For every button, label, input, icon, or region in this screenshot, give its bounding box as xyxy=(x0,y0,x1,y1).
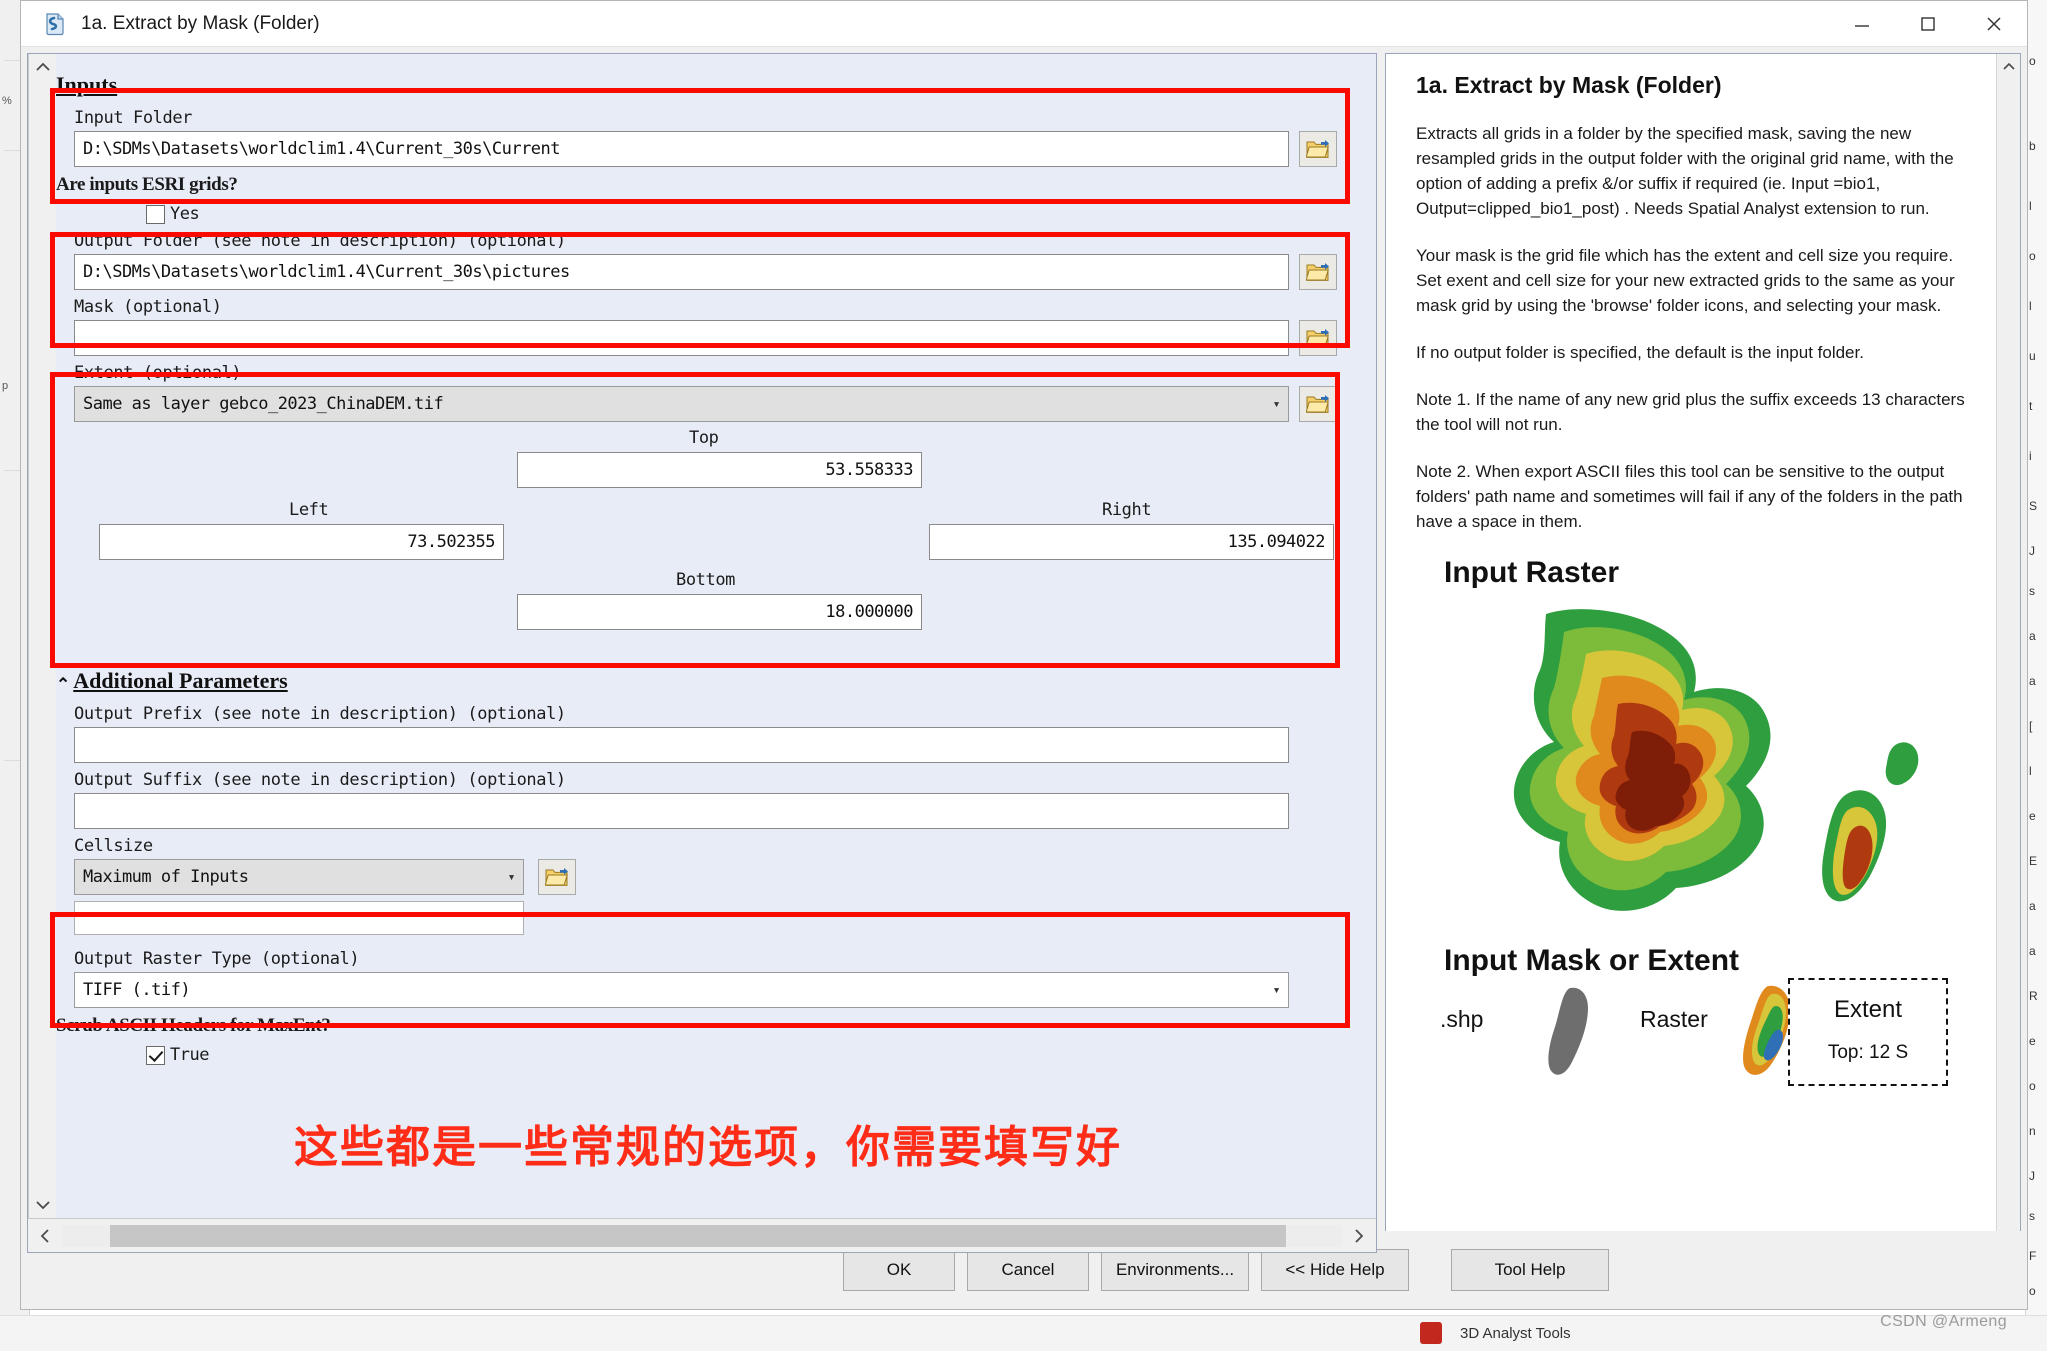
shp-shape-icon xyxy=(1548,987,1588,1075)
extent-combo-value: Same as layer gebco_2023_ChinaDEM.tif xyxy=(83,394,444,414)
maximize-button[interactable] xyxy=(1895,1,1961,47)
browse-folder-icon[interactable] xyxy=(1299,254,1337,290)
output-suffix-field[interactable] xyxy=(74,793,1289,829)
mask-label: Mask (optional) xyxy=(74,297,222,317)
script-tool-icon xyxy=(41,11,67,37)
output-raster-type-combo[interactable]: TIFF (.tif) ▾ xyxy=(74,972,1289,1008)
extent-bottom-field[interactable]: 18.000000 xyxy=(517,594,922,630)
scroll-thumb[interactable] xyxy=(110,1224,1286,1247)
browse-folder-icon[interactable] xyxy=(1299,320,1337,356)
cellsize-secondary-field[interactable] xyxy=(74,901,524,935)
chevron-left-icon[interactable] xyxy=(28,1228,62,1244)
chevron-down-icon: ▾ xyxy=(507,869,516,885)
help-paragraph: Note 1. If the name of any new grid plus… xyxy=(1416,390,1965,434)
input-raster-illustration xyxy=(1426,596,1986,926)
help-panel: 1a. Extract by Mask (Folder) Extracts al… xyxy=(1385,53,2021,1253)
environments-button[interactable]: Environments... xyxy=(1101,1249,1249,1291)
extent-card-title: Extent xyxy=(1833,996,1903,1023)
help-paragraph: Your mask is the grid file which has the… xyxy=(1416,246,1955,315)
help-title: 1a. Extract by Mask (Folder) xyxy=(1416,72,1722,98)
close-button[interactable] xyxy=(1961,1,2027,47)
esri-grids-checkbox-row[interactable]: Yes xyxy=(146,204,1360,224)
extent-left-field[interactable]: 73.502355 xyxy=(99,524,504,560)
mask-option-shp: .shp xyxy=(1440,1006,1484,1032)
annotation-chinese-note: 这些都是一些常规的选项，你需要填写好 xyxy=(294,1122,1122,1173)
extent-bottom-label: Bottom xyxy=(676,570,736,590)
cellsize-combo-value: Maximum of Inputs xyxy=(83,867,249,887)
extent-right-label: Right xyxy=(1102,500,1152,520)
extent-label: Extent (optional) xyxy=(74,363,242,383)
dialog-titlebar: 1a. Extract by Mask (Folder) xyxy=(21,1,2027,47)
chevron-down-icon: ▾ xyxy=(1272,396,1281,412)
tool-dialog: 1a. Extract by Mask (Folder) Inputs Inpu… xyxy=(20,0,2028,1310)
output-folder-label: Output Folder (see note in description) … xyxy=(74,231,566,251)
input-folder-field[interactable]: D:\SDMs\Datasets\worldclim1.4\Current_30… xyxy=(74,131,1289,167)
scrub-ascii-checkbox-row[interactable]: True xyxy=(146,1045,1360,1065)
cellsize-combo[interactable]: Maximum of Inputs ▾ xyxy=(74,859,524,895)
help-vertical-scrollbar[interactable] xyxy=(1996,54,2020,1252)
esri-grids-checkbox-label: Yes xyxy=(170,204,200,224)
hide-help-button[interactable]: << Hide Help xyxy=(1261,1249,1409,1291)
extent-combo[interactable]: Same as layer gebco_2023_ChinaDEM.tif ▾ xyxy=(74,386,1289,422)
input-folder-label: Input Folder xyxy=(74,108,193,128)
help-paragraph: Note 2. When export ASCII files this too… xyxy=(1416,462,1963,531)
output-prefix-field[interactable] xyxy=(74,727,1289,763)
cancel-button[interactable]: Cancel xyxy=(967,1249,1089,1291)
parameters-panel: Inputs Input Folder D:\SDMs\Datasets\wor… xyxy=(27,53,1377,1253)
taskbar-label: 3D Analyst Tools xyxy=(1460,1325,1571,1342)
output-folder-field[interactable]: D:\SDMs\Datasets\worldclim1.4\Current_30… xyxy=(74,254,1289,290)
output-prefix-label: Output Prefix (see note in description) … xyxy=(74,704,566,724)
parameters-list: Inputs Input Folder D:\SDMs\Datasets\wor… xyxy=(28,54,1376,1218)
browse-folder-icon[interactable] xyxy=(1299,131,1337,167)
help-graphic-caption-bottom: Input Mask or Extent xyxy=(1444,944,1740,977)
watermark: CSDN @Armeng xyxy=(1880,1313,2007,1330)
extent-top-field[interactable]: 53.558333 xyxy=(517,452,922,488)
ok-button[interactable]: OK xyxy=(843,1249,955,1291)
output-suffix-label: Output Suffix (see note in description) … xyxy=(74,770,566,790)
esri-grids-checkbox[interactable] xyxy=(146,204,165,224)
mask-field[interactable] xyxy=(74,320,1289,356)
additional-parameters-header[interactable]: Additional Parameters xyxy=(56,668,1360,694)
tool-help-button[interactable]: Tool Help xyxy=(1451,1249,1609,1291)
help-paragraph: If no output folder is specified, the de… xyxy=(1416,343,1864,362)
parameters-horizontal-scrollbar[interactable] xyxy=(28,1218,1376,1252)
chevron-up-icon[interactable] xyxy=(2002,54,2016,78)
extent-left-label: Left xyxy=(289,500,329,520)
help-paragraph: Extracts all grids in a folder by the sp… xyxy=(1416,124,1954,218)
chevron-down-icon: ▾ xyxy=(1272,982,1281,998)
help-graphic-caption-top: Input Raster xyxy=(1444,556,1620,589)
background-right-strip: o b l o l u t i S J s a a [ l e E a a R … xyxy=(2025,0,2047,1351)
esri-grids-label: Are inputs ESRI grids? xyxy=(56,174,238,195)
scrub-ascii-checkbox[interactable] xyxy=(146,1045,165,1065)
mask-option-raster: Raster xyxy=(1640,1006,1708,1032)
extent-right-field[interactable]: 135.094022 xyxy=(929,524,1334,560)
minimize-button[interactable] xyxy=(1829,1,1895,47)
output-raster-type-label: Output Raster Type (optional) xyxy=(74,949,360,969)
help-content: 1a. Extract by Mask (Folder) Extracts al… xyxy=(1386,54,1996,1252)
extent-card-subtitle: Top: 12 S xyxy=(1827,1042,1909,1063)
browse-folder-icon[interactable] xyxy=(538,859,576,895)
scrub-ascii-checkbox-label: True xyxy=(170,1045,209,1065)
cellsize-label: Cellsize xyxy=(74,836,153,856)
dialog-title: 1a. Extract by Mask (Folder) xyxy=(81,12,320,34)
extent-top-label: Top xyxy=(689,428,719,448)
scroll-track[interactable] xyxy=(62,1224,1342,1247)
help-graphic: Input Raster Input Mask or Extent .shp R… xyxy=(1416,556,1974,1086)
background-taskbar: 3D Analyst Tools xyxy=(0,1315,2047,1351)
chevron-right-icon[interactable] xyxy=(1342,1228,1376,1244)
inputs-section-header: Inputs xyxy=(56,72,118,97)
output-raster-type-value: TIFF (.tif) xyxy=(83,980,191,1000)
scrub-ascii-label: Scrub ASCII Headers for MaxEnt? xyxy=(56,1015,331,1036)
mask-options-row: .shp Raster Extent Top: 12 S xyxy=(1422,978,1974,1086)
browse-folder-icon[interactable] xyxy=(1299,386,1337,422)
analyst-tools-icon xyxy=(1420,1322,1442,1344)
extent-grid: Top 53.558333 Left 73.502355 Right 135.0… xyxy=(74,428,1360,630)
extent-illustration-card: Extent Top: 12 S xyxy=(1788,978,1948,1086)
